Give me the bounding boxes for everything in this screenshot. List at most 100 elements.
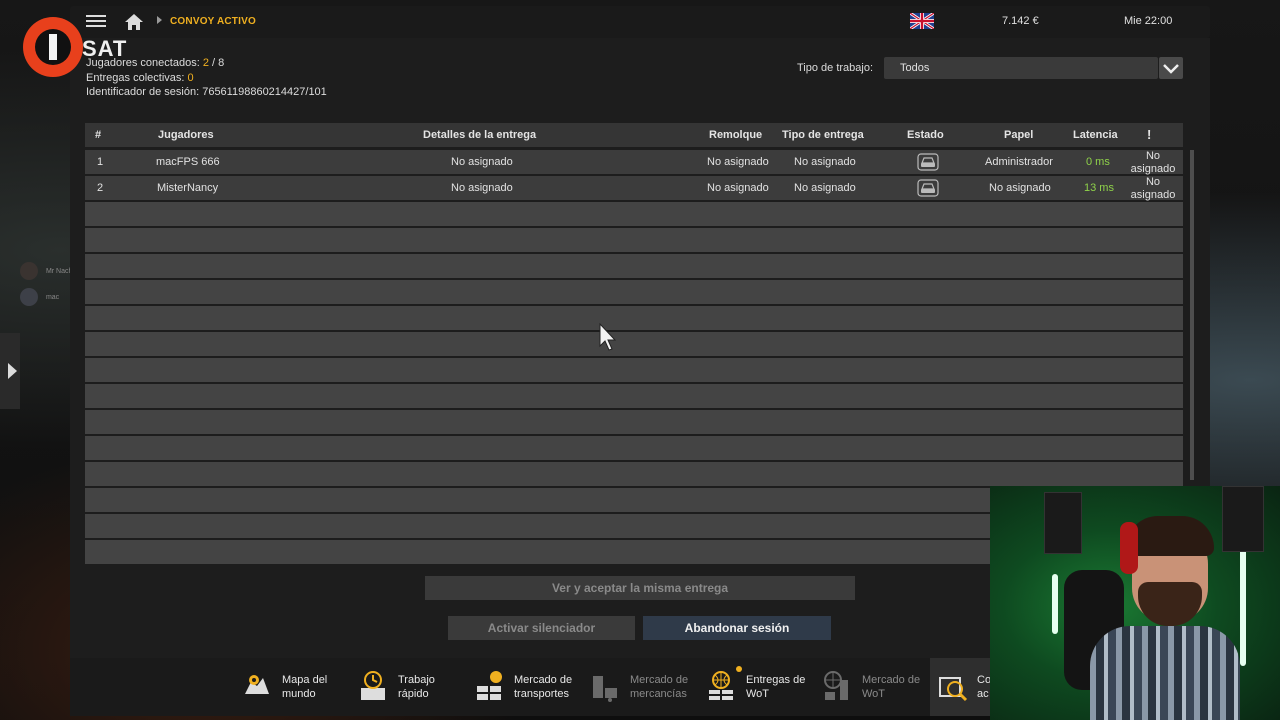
side-panel-toggle[interactable] [0, 333, 20, 409]
nav-label-line2: mercancías [630, 688, 687, 700]
nav-cargo-market[interactable]: Mercado de mercancías [588, 658, 700, 716]
game-clock: Mie 22:00 [1124, 15, 1173, 27]
nav-label-line2: ac [977, 688, 989, 700]
player-latency: 0 ms [1086, 156, 1110, 168]
col-delivery-type[interactable]: Tipo de entrega [782, 129, 864, 141]
arrow-right-icon [8, 363, 17, 379]
table-row[interactable]: 1 macFPS 666 No asignado No asignado No … [85, 150, 1183, 176]
col-players[interactable]: Jugadores [158, 129, 214, 141]
wot-market-icon [824, 671, 848, 700]
delivery-details: No asignado [451, 156, 513, 168]
col-alert[interactable]: ! [1147, 127, 1151, 142]
table-row[interactable]: 2 MisterNancy No asignado No asignado No… [85, 176, 1183, 202]
nav-quick-job[interactable]: Trabajo rápido [356, 658, 466, 716]
empty-row [85, 462, 1183, 486]
empty-row [85, 410, 1183, 434]
chevron-right-icon [157, 16, 162, 24]
empty-row [85, 202, 1183, 226]
breadcrumb[interactable]: CONVOY ACTIVO [170, 16, 256, 27]
col-role[interactable]: Papel [1004, 129, 1033, 141]
home-icon[interactable] [124, 13, 144, 31]
deliveries-label: Entregas colectivas: [86, 72, 185, 84]
nav-wot-deliveries[interactable]: Entregas de WoT [704, 658, 816, 716]
players-max: / 8 [208, 57, 225, 69]
nav-label-line2: WoT [862, 688, 886, 700]
col-num[interactable]: # [95, 129, 101, 141]
top-bar: CONVOY ACTIVO 7.142 € Mie 22:00 [70, 6, 1210, 38]
delivery-type: No asignado [794, 156, 856, 168]
empty-row [85, 228, 1183, 252]
leave-session-button[interactable]: Abandonar sesión [643, 616, 831, 640]
alert-status: No asignado [1130, 150, 1176, 176]
collective-deliveries: Entregas colectivas: 0 [86, 72, 194, 84]
friend-name: mac [45, 293, 60, 301]
led-light [1052, 574, 1058, 634]
empty-row [85, 384, 1183, 408]
quick-job-icon [361, 671, 385, 700]
alert-line-2: asignado [1130, 189, 1176, 201]
empty-row [85, 280, 1183, 304]
wall-poster [1044, 492, 1082, 554]
nav-label-line1: Mapa del [282, 674, 328, 686]
nav-label-line2: WoT [746, 688, 770, 700]
player-latency: 13 ms [1084, 182, 1114, 194]
col-latency[interactable]: Latencia [1073, 129, 1118, 141]
alert-line-2: asignado [1130, 163, 1176, 175]
nav-label-line1: Mercado de [862, 674, 921, 686]
mute-button[interactable]: Activar silenciador [448, 616, 635, 640]
nav-label-line1: Trabajo [398, 674, 435, 686]
row-num: 1 [97, 156, 104, 168]
streamer-hair [1126, 516, 1214, 556]
led-light [1240, 546, 1246, 666]
nav-label-line1: Mercado de [630, 674, 689, 686]
session-id-label: Identificador de sesión: [86, 86, 200, 98]
col-status[interactable]: Estado [907, 129, 944, 141]
wall-poster [1222, 486, 1264, 552]
alert-status: No asignado [1130, 176, 1176, 202]
job-type-select[interactable]: Todos [884, 57, 1158, 79]
row-num: 2 [97, 182, 104, 194]
nav-convoy[interactable]: Co ac [930, 658, 992, 716]
avatar [20, 262, 38, 280]
nav-label-line1: Co [977, 674, 992, 686]
players-connected: Jugadores conectados: 2 / 8 [86, 57, 224, 69]
wot-deliveries-icon [709, 671, 733, 700]
nav-label-line2: mundo [282, 688, 316, 700]
empty-row [85, 332, 1183, 356]
table-header: # Jugadores Detalles de la entrega Remol… [85, 123, 1183, 147]
nav-label-line2: rápido [398, 688, 429, 700]
convoy-icon [939, 677, 968, 702]
col-trailer[interactable]: Remolque [709, 129, 762, 141]
nav-wot-market[interactable]: Mercado de WoT [820, 658, 928, 716]
trailer: No asignado [707, 182, 769, 194]
chevron-down-icon [1163, 64, 1179, 74]
alert-line-1: No [1145, 176, 1161, 188]
avatar [20, 288, 38, 306]
mouse-cursor-icon [599, 322, 617, 351]
session-id-value: 76561198860214427/101 [202, 86, 327, 98]
table-scrollbar[interactable] [1190, 150, 1194, 480]
trailer: No asignado [707, 156, 769, 168]
nav-label-line1: Entregas de [746, 674, 806, 686]
uk-flag-icon[interactable] [910, 13, 934, 29]
empty-row [85, 436, 1183, 460]
cargo-market-icon [593, 676, 617, 702]
delivery-details: No asignado [451, 182, 513, 194]
delivery-type: No asignado [794, 182, 856, 194]
dropdown-button[interactable] [1159, 57, 1183, 79]
players-label: Jugadores conectados: [86, 57, 200, 69]
headset [1120, 522, 1138, 574]
accept-same-delivery-button[interactable]: Ver y aceptar la misma entrega [425, 576, 855, 600]
nav-label-line1: Mercado de [514, 674, 573, 686]
world-map-icon [245, 675, 269, 694]
col-details[interactable]: Detalles de la entrega [423, 129, 536, 141]
alert-line-1: No [1145, 150, 1161, 162]
webcam-overlay [990, 486, 1280, 720]
nav-transport-market[interactable]: Mercado de transportes [472, 658, 584, 716]
nav-world-map[interactable]: Mapa del mundo [240, 658, 350, 716]
player-name: macFPS 666 [156, 156, 220, 168]
job-type-value: Todos [900, 62, 930, 74]
session-id: Identificador de sesión: 765611988602144… [86, 86, 327, 98]
car-status-icon [917, 179, 939, 197]
channel-logo-icon [23, 17, 83, 77]
